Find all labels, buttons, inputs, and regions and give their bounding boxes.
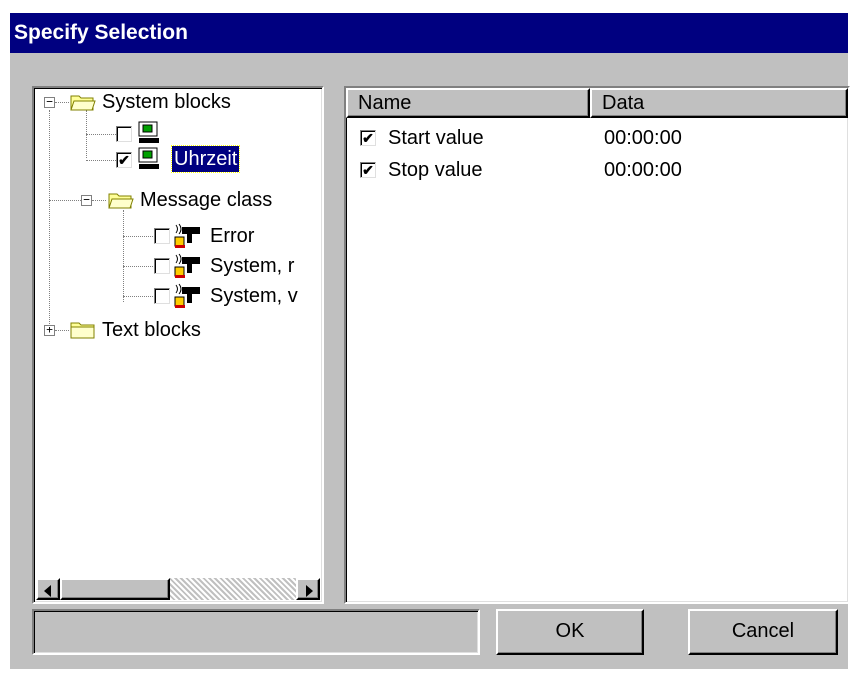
arrow-right-icon	[306, 585, 313, 597]
arrow-left-icon	[44, 585, 51, 597]
scroll-right-button[interactable]	[296, 578, 320, 600]
window-title: Specify Selection	[10, 13, 848, 53]
scrollbar-thumb[interactable]	[60, 578, 170, 600]
tree-connector	[123, 266, 153, 267]
tree-checkbox-uhrzeit[interactable]: ✔	[116, 152, 132, 168]
scroll-left-button[interactable]	[36, 578, 60, 600]
expand-text-blocks-icon[interactable]: +	[44, 324, 55, 336]
tree-label-msg[interactable]: System, r	[210, 253, 294, 279]
list-row[interactable]: ✔ Stop value 00:00:00	[346, 156, 846, 184]
folder-closed-icon	[70, 322, 95, 339]
system-block-icon	[138, 147, 159, 169]
tree-checkbox-blank[interactable]	[116, 126, 132, 142]
tree-checkbox-system-v[interactable]	[154, 288, 170, 304]
message-class-icon	[174, 283, 200, 308]
tree-checkbox-system-r[interactable]	[154, 258, 170, 274]
row-checkbox[interactable]: ✔	[360, 130, 376, 146]
column-header-data[interactable]: Data	[590, 88, 848, 118]
tree-connector	[86, 134, 116, 135]
tree-connector	[123, 296, 153, 297]
selection-tree[interactable]: − System blocks ✔ Uhrzeit − Message clas…	[32, 86, 324, 604]
tree-label-msg[interactable]: System, v	[210, 283, 298, 309]
tree-horizontal-scrollbar[interactable]	[36, 578, 320, 600]
tree-connector	[86, 160, 116, 161]
tree-connector	[49, 110, 50, 328]
tree-connector	[55, 102, 69, 103]
status-field	[32, 609, 480, 655]
row-checkbox[interactable]: ✔	[360, 162, 376, 178]
system-block-icon	[138, 121, 159, 143]
specify-selection-dialog: Specify Selection − System blocks ✔ Uhrz…	[10, 13, 850, 669]
folder-open-icon	[70, 95, 96, 111]
list-row[interactable]: ✔ Start value 00:00:00	[346, 124, 846, 152]
tree-label-system-blocks[interactable]: System blocks	[102, 89, 231, 115]
row-data: 00:00:00	[604, 127, 682, 149]
row-name: Stop value	[388, 159, 483, 181]
folder-open-icon	[108, 193, 134, 209]
row-data: 00:00:00	[604, 159, 682, 181]
tree-connector	[92, 200, 106, 201]
collapse-message-class-icon[interactable]: −	[81, 194, 92, 206]
message-class-icon	[174, 253, 200, 278]
tree-connector	[123, 210, 124, 302]
cancel-button[interactable]: Cancel	[688, 609, 838, 655]
tree-connector	[55, 330, 69, 331]
column-header-name[interactable]: Name	[346, 88, 590, 118]
value-list[interactable]: Name Data ✔ Start value 00:00:00 ✔ Stop …	[344, 86, 850, 604]
collapse-system-blocks-icon[interactable]: −	[44, 96, 55, 108]
tree-checkbox-error[interactable]	[154, 228, 170, 244]
tree-label-text-blocks[interactable]: Text blocks	[102, 317, 201, 343]
tree-label-uhrzeit[interactable]: Uhrzeit	[170, 145, 241, 173]
tree-label-message-class[interactable]: Message class	[140, 187, 272, 213]
message-class-icon	[174, 223, 200, 248]
ok-button[interactable]: OK	[496, 609, 644, 655]
tree-connector	[123, 236, 153, 237]
tree-label-msg[interactable]: Error	[210, 223, 254, 249]
row-name: Start value	[388, 127, 484, 149]
